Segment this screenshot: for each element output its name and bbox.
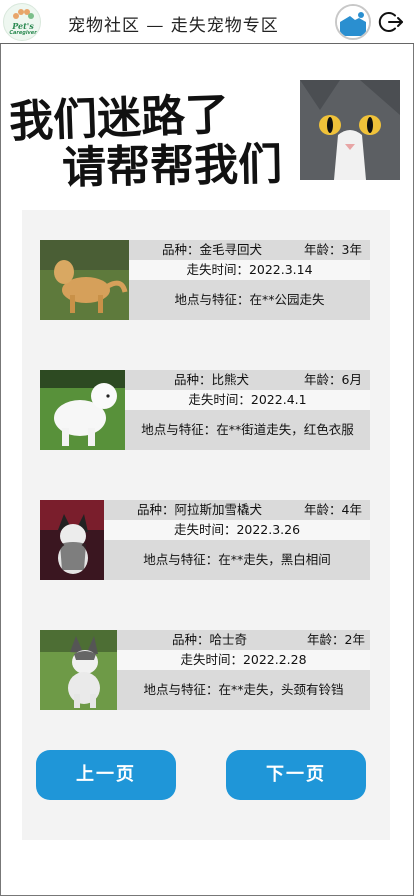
pet-breed: 品种：金毛寻回犬	[162, 242, 263, 257]
logo-subtext: Caregiver	[9, 30, 37, 36]
lost-pet-card[interactable]: 品种：比熊犬 年龄：6月 走失时间：2022.4.1 地点与特征：在**街道走失…	[40, 370, 370, 450]
next-page-button[interactable]: 下一页	[226, 750, 366, 800]
pet-lost-time: 走失时间：2022.4.1	[125, 390, 370, 410]
pet-lost-time: 走失时间：2022.2.28	[117, 650, 370, 670]
pet-photo	[40, 240, 129, 320]
avatar[interactable]	[335, 4, 371, 40]
avatar-icon	[337, 6, 369, 38]
top-bar: Pet's Caregiver 宠物社区 — 走失宠物专区	[0, 0, 414, 44]
banner-heading-line2: 请帮帮我们	[61, 139, 283, 194]
pet-photo	[40, 370, 125, 450]
page-title: 宠物社区 — 走失宠物专区	[68, 16, 279, 36]
pet-age: 年龄：3年	[304, 242, 362, 257]
pet-photo	[40, 630, 117, 710]
prev-page-button[interactable]: 上一页	[36, 750, 176, 800]
pet-detail: 地点与特征：在**走失，黑白相间	[104, 540, 370, 580]
pet-breed: 品种：阿拉斯加雪橇犬	[137, 502, 263, 517]
pet-info-row: 品种：金毛寻回犬 年龄：3年	[129, 240, 370, 260]
pet-info-row: 品种：阿拉斯加雪橇犬 年龄：4年	[104, 500, 370, 520]
pet-lost-time: 走失时间：2022.3.26	[104, 520, 370, 540]
lost-pet-card[interactable]: 品种：阿拉斯加雪橇犬 年龄：4年 走失时间：2022.3.26 地点与特征：在*…	[40, 500, 370, 580]
pet-info-row: 品种：比熊犬 年龄：6月	[125, 370, 370, 390]
banner-cat-image	[300, 80, 400, 180]
pet-detail: 地点与特征：在**走失，头颈有铃铛	[117, 670, 370, 710]
paw-icon	[13, 9, 34, 21]
pet-lost-time: 走失时间：2022.3.14	[129, 260, 370, 280]
pet-photo	[40, 500, 104, 580]
lost-pet-card[interactable]: 品种：哈士奇 年龄：2年 走失时间：2022.2.28 地点与特征：在**走失，…	[40, 630, 370, 710]
pet-breed: 品种：比熊犬	[174, 372, 250, 387]
pet-age: 年龄：6月	[304, 372, 362, 387]
pet-info-row: 品种：哈士奇 年龄：2年	[117, 630, 370, 650]
lost-pet-card[interactable]: 品种：金毛寻回犬 年龄：3年 走失时间：2022.3.14 地点与特征：在**公…	[40, 240, 370, 320]
pet-age: 年龄：4年	[304, 502, 362, 517]
pet-age: 年龄：2年	[307, 632, 365, 647]
pet-detail: 地点与特征：在**公园走失	[129, 280, 370, 320]
logout-icon[interactable]	[378, 9, 404, 35]
pet-breed: 品种：哈士奇	[172, 632, 248, 647]
pet-detail: 地点与特征：在**街道走失，红色衣服	[125, 410, 370, 450]
app-logo[interactable]: Pet's Caregiver	[3, 3, 41, 41]
